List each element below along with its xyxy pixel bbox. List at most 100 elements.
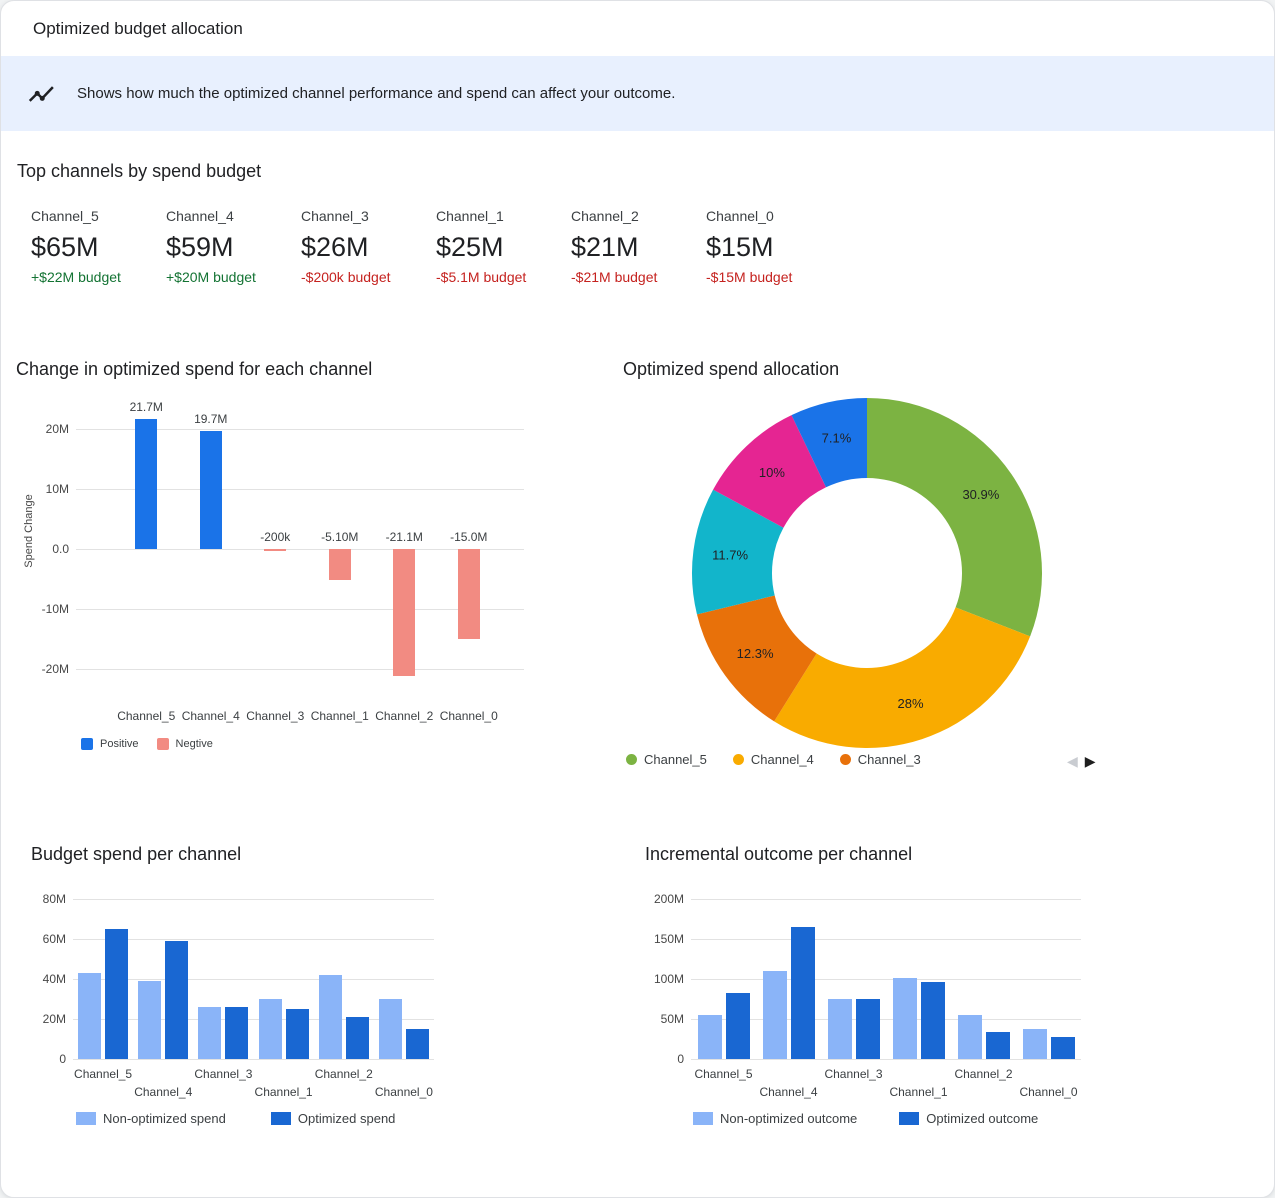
top-channels-heading: Top channels by spend budget: [17, 161, 261, 182]
donut-slice-percentage: 11.7%: [712, 547, 748, 562]
legend-item[interactable]: Channel_5: [626, 752, 707, 767]
legend-swatch: [157, 738, 169, 750]
y-axis-tick: 0.0: [52, 542, 69, 556]
x-axis-label: Channel_0: [440, 709, 498, 723]
y-axis-tick: 80M: [43, 892, 66, 906]
legend-pagination: ◀ ▶: [1067, 754, 1096, 768]
bar-value-label: 19.7M: [194, 412, 227, 426]
channel-name: Channel_0: [706, 208, 841, 224]
legend-label: Non-optimized outcome: [720, 1111, 857, 1126]
spend-change-chart: 20M10M0.0-10M-20M21.7MChannel_519.7MChan…: [76, 399, 524, 699]
channel-amount: $26M: [301, 232, 436, 263]
donut-slice-percentage: 12.3%: [737, 646, 774, 661]
page-title: Optimized budget allocation: [33, 19, 243, 39]
channel-budget-delta: +$22M budget: [31, 269, 166, 285]
gridline: [691, 899, 1081, 900]
spend-allocation-title: Optimized spend allocation: [623, 359, 839, 380]
legend-item[interactable]: Non-optimized outcome: [693, 1111, 857, 1126]
channel-amount: $59M: [166, 232, 301, 263]
y-axis-tick: 20M: [46, 422, 69, 436]
x-axis-label: Channel_1: [889, 1085, 947, 1099]
legend-item[interactable]: Optimized outcome: [899, 1111, 1038, 1126]
spend-allocation-donut: 30.9%28%12.3%11.7%10%7.1%: [691, 397, 1043, 749]
legend-item[interactable]: Negtive: [157, 738, 213, 750]
gridline: [76, 669, 524, 670]
grouped-bar: [379, 999, 402, 1059]
legend-swatch: [626, 754, 637, 765]
grouped-bar: [828, 999, 852, 1059]
legend-item[interactable]: Non-optimized spend: [76, 1111, 226, 1126]
budget-spend-legend: Non-optimized spend Optimized spend: [76, 1111, 395, 1126]
legend-swatch: [840, 754, 851, 765]
legend-item[interactable]: Channel_4: [733, 752, 814, 767]
legend-swatch: [76, 1112, 96, 1125]
grouped-bar: [406, 1029, 429, 1059]
legend-swatch: [899, 1112, 919, 1125]
channel-budget-delta: -$200k budget: [301, 269, 436, 285]
channel-card: Channel_5$65M+$22M budget: [31, 208, 166, 285]
x-axis-label: Channel_5: [117, 709, 175, 723]
x-axis-label: Channel_2: [315, 1067, 373, 1081]
donut-slice-percentage: 30.9%: [962, 487, 999, 502]
legend-label: Non-optimized spend: [103, 1111, 226, 1126]
grouped-bar: [893, 978, 917, 1059]
gridline: [691, 1059, 1081, 1060]
x-axis-label: Channel_5: [74, 1067, 132, 1081]
insights-icon: [26, 79, 56, 109]
grouped-bar: [791, 927, 815, 1059]
incremental-outcome-chart: 050M100M150M200MChannel_5Channel_4Channe…: [691, 899, 1081, 1059]
grouped-bar: [1023, 1029, 1047, 1059]
legend-swatch: [693, 1112, 713, 1125]
channel-name: Channel_4: [166, 208, 301, 224]
x-axis-label: Channel_5: [694, 1067, 752, 1081]
x-axis-label: Channel_2: [375, 709, 433, 723]
legend-swatch: [81, 738, 93, 750]
grouped-bar: [856, 999, 880, 1059]
grouped-bar: [958, 1015, 982, 1059]
incremental-outcome-title: Incremental outcome per channel: [645, 844, 912, 865]
channel-amount: $15M: [706, 232, 841, 263]
x-axis-label: Channel_0: [1019, 1085, 1077, 1099]
donut-slice-percentage: 28%: [897, 696, 923, 711]
bar-value-label: -21.1M: [386, 530, 423, 544]
grouped-bar: [986, 1032, 1010, 1059]
legend-label: Optimized spend: [298, 1111, 396, 1126]
x-axis-label: Channel_3: [246, 709, 304, 723]
channel-card: Channel_4$59M+$20M budget: [166, 208, 301, 285]
x-axis-label: Channel_0: [375, 1085, 433, 1099]
donut-slice-percentage: 7.1%: [822, 430, 852, 445]
grouped-bar: [286, 1009, 309, 1059]
spend-change-bar: [393, 549, 415, 676]
legend-item[interactable]: Positive: [81, 738, 139, 750]
x-axis-label: Channel_4: [759, 1085, 817, 1099]
donut-slice-Channel_4: [774, 607, 1030, 748]
legend-item[interactable]: Optimized spend: [271, 1111, 396, 1126]
banner-text: Shows how much the optimized channel per…: [77, 85, 675, 102]
bar-value-label: 21.7M: [130, 400, 163, 414]
y-axis-tick: 100M: [654, 972, 684, 986]
legend-item[interactable]: Channel_3: [840, 752, 921, 767]
bar-value-label: -15.0M: [450, 530, 487, 544]
legend-swatch: [271, 1112, 291, 1125]
channel-card: Channel_2$21M-$21M budget: [571, 208, 706, 285]
legend-next-button[interactable]: ▶: [1085, 754, 1096, 768]
x-axis-label: Channel_2: [954, 1067, 1012, 1081]
legend-label: Channel_4: [751, 752, 814, 767]
spend-change-legend: Positive Negtive: [81, 738, 213, 750]
channel-name: Channel_3: [301, 208, 436, 224]
spend-allocation-legend: Channel_5 Channel_4 Channel_3: [626, 752, 921, 767]
channel-card: Channel_1$25M-$5.1M budget: [436, 208, 571, 285]
channel-card: Channel_0$15M-$15M budget: [706, 208, 841, 285]
channel-budget-delta: -$5.1M budget: [436, 269, 571, 285]
grouped-bar: [763, 971, 787, 1059]
gridline: [73, 1059, 434, 1060]
y-axis-tick: 10M: [46, 482, 69, 496]
legend-label: Channel_3: [858, 752, 921, 767]
grouped-bar: [198, 1007, 221, 1059]
legend-prev-button[interactable]: ◀: [1067, 754, 1078, 768]
grouped-bar: [78, 973, 101, 1059]
gridline: [691, 1019, 1081, 1020]
spend-change-bar: [329, 549, 351, 580]
titlebar: Optimized budget allocation: [1, 1, 1274, 56]
grouped-bar: [698, 1015, 722, 1059]
